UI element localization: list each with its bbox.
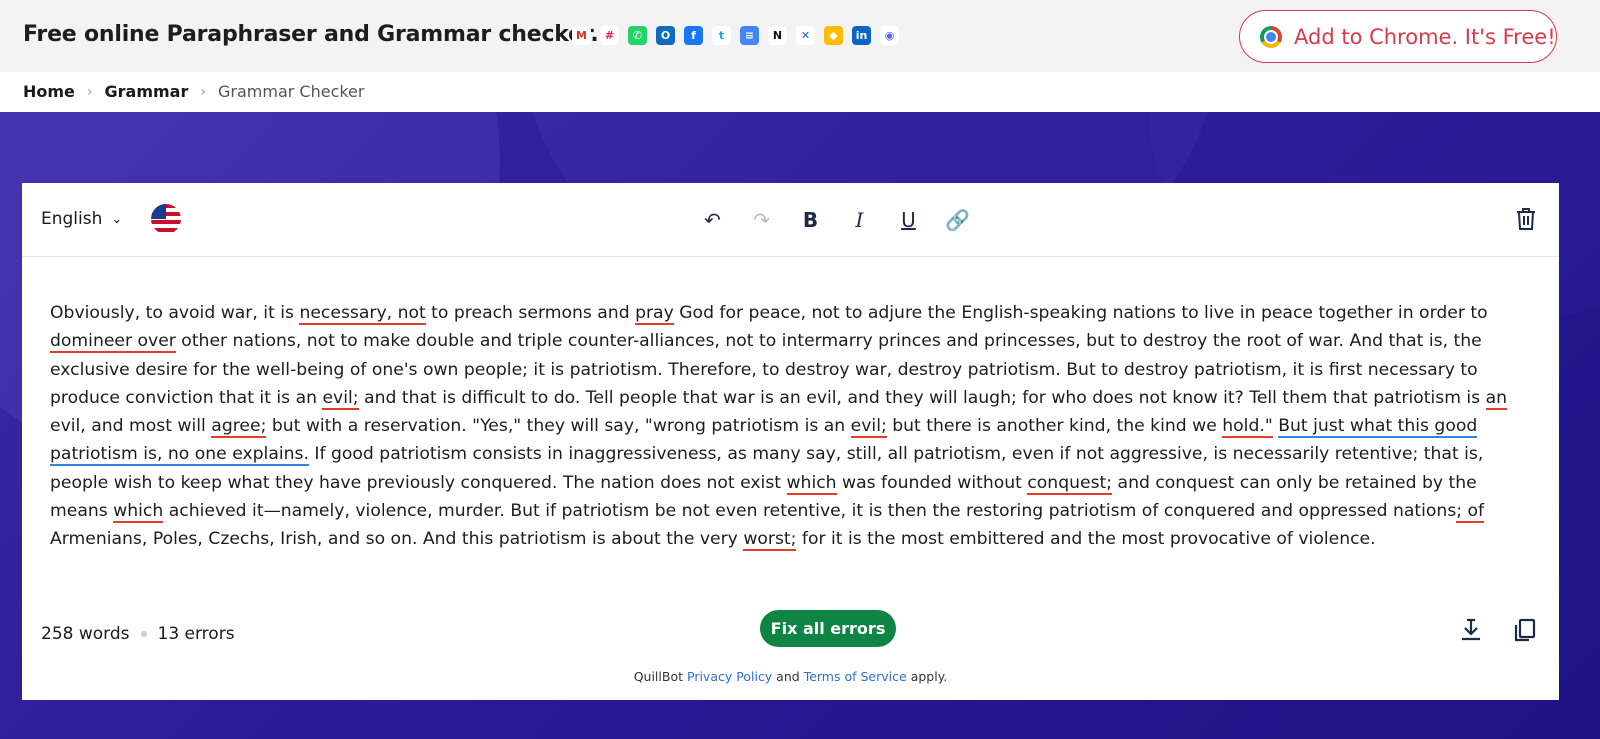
word-count: 258 words — [41, 624, 130, 644]
grammar-error[interactable]: necessary, not — [299, 303, 426, 325]
copy-icon[interactable] — [1512, 617, 1538, 643]
grammar-error[interactable]: agree; — [211, 416, 267, 439]
underline-icon[interactable]: U — [894, 205, 923, 234]
grammar-error[interactable]: conquest; — [1027, 472, 1113, 495]
text-run: for it is the most embittered and the mo… — [796, 529, 1376, 550]
terms-of-service-link[interactable]: Terms of Service — [804, 669, 907, 684]
grammar-error[interactable]: which — [113, 501, 164, 524]
breadcrumb-current: Grammar Checker — [217, 82, 365, 101]
format-tools: ↶ ↷ B I U 🔗 — [698, 205, 972, 234]
text-run: and that is difficult to do. Tell people… — [358, 387, 1486, 408]
confluence-icon[interactable]: ✕ — [796, 26, 815, 45]
text-run: was founded without — [836, 472, 1028, 493]
top-bar: Free online Paraphraser and Grammar chec… — [0, 0, 1600, 72]
privacy-policy-link[interactable]: Privacy Policy — [687, 669, 772, 684]
grammar-error[interactable]: domineer over — [50, 331, 176, 354]
grammar-error[interactable]: evil; — [322, 387, 359, 410]
text-run: evil, and most will — [50, 416, 212, 437]
grammar-error[interactable]: pray — [635, 303, 674, 325]
site-title: Free online Paraphraser and Grammar chec… — [23, 22, 599, 47]
undo-icon[interactable]: ↶ — [698, 205, 727, 234]
grammar-error[interactable]: worst; — [743, 529, 797, 552]
apply-text: apply. — [910, 669, 948, 684]
language-selector[interactable]: English ⌄ — [41, 209, 122, 229]
grammar-error[interactable]: which — [786, 472, 837, 495]
slack-icon[interactable]: # — [600, 26, 619, 45]
whatsapp-icon[interactable]: ✆ — [628, 26, 647, 45]
language-label: English — [41, 209, 103, 229]
legal-note: QuillBot Privacy Policy and Terms of Ser… — [22, 669, 1559, 684]
text-run: God for peace, not to adjure the English… — [673, 303, 1488, 323]
editor-toolbar: English ⌄ ↶ ↷ B I U 🔗 — [22, 183, 1559, 257]
grammar-error[interactable]: evil; — [850, 416, 887, 439]
breadcrumb-grammar[interactable]: Grammar — [105, 82, 189, 101]
text-run: but there is another kind, the kind we — [886, 416, 1223, 437]
separator-dot — [140, 631, 147, 637]
text-run: to preach sermons and — [425, 303, 636, 323]
integration-icons: M # ✆ Of t ≡ N ✕ ◆ in ◉ — [572, 26, 899, 45]
breadcrumb-home[interactable]: Home — [23, 82, 75, 101]
facebook-icon[interactable]: f — [684, 26, 703, 45]
outlook-icon[interactable]: O — [656, 26, 675, 45]
download-icon[interactable] — [1458, 617, 1484, 643]
chevron-right-icon: › — [86, 83, 93, 100]
fix-all-errors-button[interactable]: Fix all errors — [760, 610, 896, 647]
chevron-right-icon: › — [200, 83, 206, 100]
notion-icon[interactable]: N — [768, 26, 787, 45]
brand-name: QuillBot — [633, 669, 684, 684]
editor-text-area[interactable]: Obviously, to avoid war, it is necessary… — [50, 299, 1520, 554]
and-text: and — [776, 669, 800, 684]
text-run: but with a reservation. "Yes," they will… — [266, 416, 851, 437]
add-to-chrome-label: Add to Chrome. It's Free! — [1294, 24, 1556, 49]
text-run: Obviously, to avoid war, it is — [50, 303, 300, 323]
discord-icon[interactable]: ◉ — [880, 26, 899, 45]
grammar-error[interactable]: an — [1485, 387, 1508, 410]
grammar-editor: English ⌄ ↶ ↷ B I U 🔗 Obviously, to avoid war… — [22, 183, 1559, 700]
italic-icon[interactable]: I — [845, 205, 874, 234]
redo-icon[interactable]: ↷ — [747, 205, 776, 234]
text-run: achieved it—namely, violence, murder. Bu… — [163, 501, 1457, 522]
linkedin-icon[interactable]: in — [852, 26, 871, 45]
twitter-icon[interactable]: t — [712, 26, 731, 45]
breadcrumb: Home › Grammar › Grammar Checker — [23, 82, 364, 101]
document-stats: 258 words 13 errors — [41, 624, 235, 644]
us-flag-icon[interactable] — [151, 204, 181, 234]
add-to-chrome-button[interactable]: Add to Chrome. It's Free! — [1239, 10, 1557, 63]
gmail-icon[interactable]: M — [572, 26, 591, 45]
link-icon[interactable]: 🔗 — [943, 205, 972, 234]
bold-icon[interactable]: B — [796, 205, 825, 234]
google-docs-icon[interactable]: ≡ — [740, 26, 759, 45]
grammar-error[interactable]: ; of — [1456, 501, 1485, 524]
chevron-down-icon: ⌄ — [111, 211, 123, 227]
error-count[interactable]: 13 errors — [158, 624, 235, 644]
breadcrumb-bar: Home › Grammar › Grammar Checker — [0, 72, 1600, 112]
google-keep-icon[interactable]: ◆ — [824, 26, 843, 45]
trash-icon[interactable] — [1512, 205, 1540, 233]
text-run: Armenians, Poles, Czechs, Irish, and so … — [50, 529, 744, 550]
chrome-icon — [1260, 25, 1282, 48]
grammar-error[interactable]: hold." — [1222, 416, 1273, 439]
